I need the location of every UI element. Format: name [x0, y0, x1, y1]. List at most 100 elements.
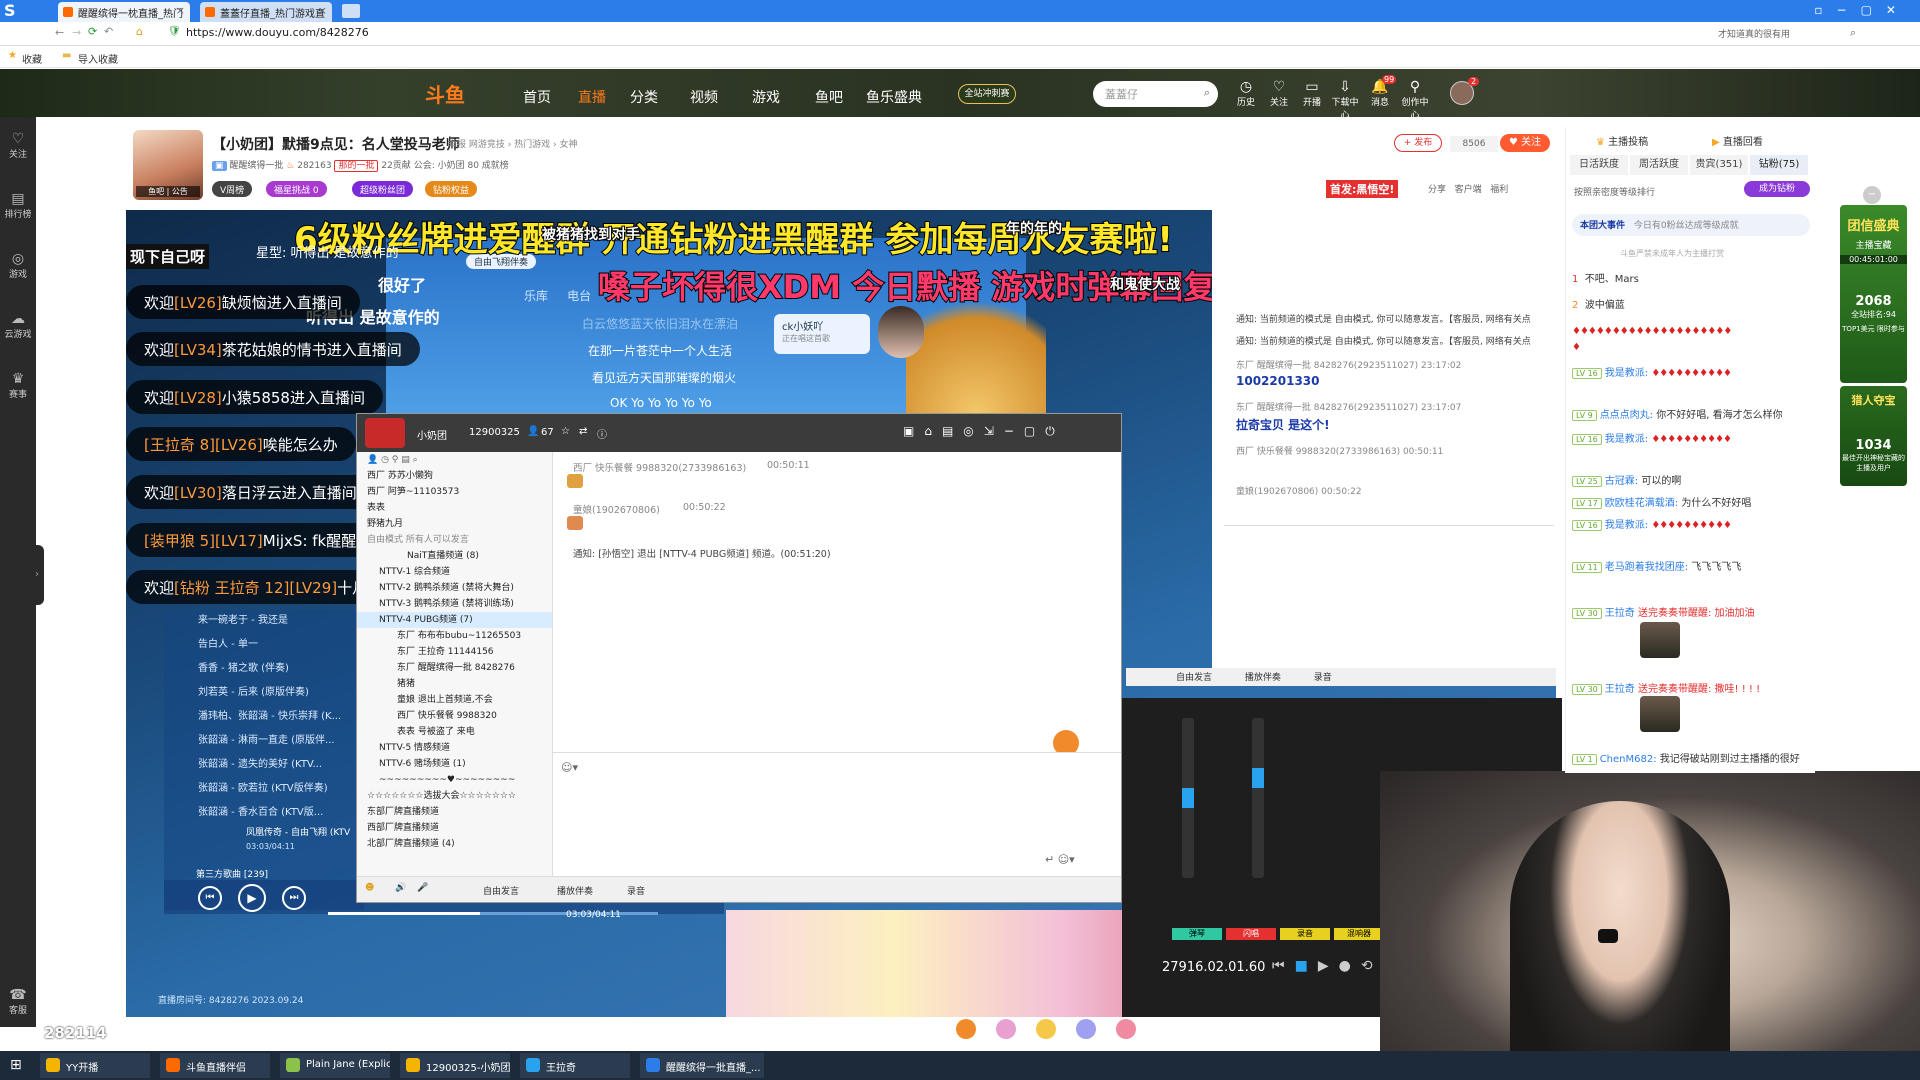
channel-member[interactable]: 猪猪 [357, 676, 552, 692]
channel-item[interactable]: NaiT直播频道 (8) [357, 548, 552, 564]
channel-strip[interactable]: 录音 [1280, 928, 1330, 940]
event-card[interactable]: 本团大事件 今日有0粉丝达成等级成就 [1572, 214, 1810, 236]
top-fan[interactable]: 1 不吧、Mars [1572, 270, 1810, 285]
broadcast-icon[interactable]: ▭ 开播 [1298, 79, 1326, 108]
channel-member[interactable]: 东厂 布布布bubu~11265503 [357, 628, 552, 644]
chat-name[interactable]: 我是教派: [1605, 368, 1648, 379]
import-favorites-item[interactable]: 导入收藏 [78, 51, 118, 66]
publish-button[interactable]: + 发布 [1394, 134, 1442, 152]
channel-item[interactable]: ☆☆☆☆☆☆☆选拔大会☆☆☆☆☆☆☆ [357, 788, 552, 804]
yy-record[interactable]: 录音 [627, 884, 645, 897]
yy-free-speech[interactable]: 自由发言 [483, 884, 519, 897]
yy-play-accomp[interactable]: 播放伴奏 [557, 884, 593, 897]
chat-name[interactable]: 王拉奇 [1605, 684, 1635, 695]
channel-member[interactable]: 东厂 醒醒缤得一批 8428276 [357, 660, 552, 676]
channel-item[interactable]: 北部厂牌直播频道 (4) [357, 836, 552, 852]
playlist-item[interactable]: 张韶涵 - 遗失的美好 (KTV... [198, 755, 322, 770]
collapse-button[interactable]: − [1863, 186, 1881, 204]
close-tab-icon[interactable]: × [176, 4, 185, 17]
playlist-item[interactable]: 潘玮柏、张韶涵 - 快乐崇拜 (K... [198, 707, 341, 722]
yy-input-area[interactable]: ☺▾ ↵ ☺▾ [553, 752, 1121, 876]
tab-music-lib[interactable]: 乐库 [524, 289, 548, 303]
service-rail-icon[interactable]: ☎ 客服 [0, 987, 36, 1016]
chat-name[interactable]: 老马跑着我找团座: [1605, 562, 1688, 573]
top-fan[interactable]: 2 波中偏蓝 [1572, 296, 1810, 311]
nav-category[interactable]: 分类 [630, 87, 658, 107]
taskbar-item[interactable]: 12900325-小奶团 [400, 1053, 510, 1078]
mixer-fader[interactable] [1252, 718, 1264, 878]
rank-rail-icon[interactable]: ▤ 排行榜 [0, 191, 36, 220]
channel-item[interactable]: NTTV-3 鹅鸭杀频道 (禁将训练场) [357, 596, 552, 612]
tab-weekly[interactable]: 周活跃度 [1630, 155, 1688, 175]
gift-icon[interactable] [1076, 1019, 1096, 1039]
gift-icon[interactable] [1036, 1019, 1056, 1039]
mic-icon[interactable]: 🎤 [417, 883, 428, 893]
avatar-caption[interactable]: 鱼吧 | 公告 [136, 186, 200, 197]
treasure-ad[interactable]: 猎人夺宝 1034 最佳开出神秘宝藏的主播及用户 [1840, 386, 1907, 486]
prev-icon[interactable]: ⏮ [198, 886, 222, 910]
channel-member[interactable]: 东厂 王拉奇 11144156 [357, 644, 552, 660]
gift-icon[interactable] [1116, 1019, 1136, 1039]
chat-name[interactable]: 我是教派: [1605, 434, 1648, 445]
message-icon[interactable]: 🔔 消息 99 [1366, 75, 1397, 108]
taskbar-item[interactable]: 斗鱼直播伴侣 [160, 1053, 270, 1078]
channel-item[interactable]: NTTV-5 情感频道 [357, 740, 552, 756]
play-icon[interactable]: ▶ [238, 884, 266, 912]
yy-star-icon[interactable]: ☆ [561, 426, 570, 437]
playlist-item[interactable]: 张韶涵 - 欧若拉 (KTV版伴奏) [198, 779, 328, 794]
channel-item[interactable]: ~~~~~~~~~♥~~~~~~~~ [357, 772, 552, 788]
promo-badge[interactable]: 全站冲刺赛 [958, 84, 1016, 104]
playlist-item[interactable]: 张韶涵 - 淋雨一直走 (原版伴... [198, 731, 335, 746]
yy-info-icon[interactable]: ⓘ [597, 426, 607, 441]
taskbar-item[interactable]: 醒醒缤得一批直播_... [640, 1053, 764, 1078]
forward-icon[interactable]: → [72, 26, 81, 39]
channel-item[interactable]: NTTV-2 鹅鸭杀频道 (禁将大舞台) [357, 580, 552, 596]
search-input[interactable]: 蓋蓋仔 ⌕ [1093, 81, 1218, 107]
tab-diamond[interactable]: 钻粉(75) [1750, 155, 1808, 175]
share-link[interactable]: 分享 [1428, 185, 1446, 195]
follow-button[interactable]: ♥ 关注 [1500, 134, 1550, 152]
yy-share-icon[interactable]: ⇄ [579, 426, 587, 437]
channel-item[interactable]: 西厂 苏苏小懒狗 [357, 468, 552, 484]
home-icon[interactable]: ⌂ [136, 25, 143, 38]
tab-daily[interactable]: 日活跃度 [1570, 155, 1628, 175]
playlist-item[interactable]: 告白人 - 单一 [198, 635, 258, 650]
yy2-record[interactable]: 录音 [1314, 673, 1332, 683]
yy-avatar[interactable] [365, 418, 405, 448]
follow-rail-icon[interactable]: ♡ 关注 [0, 131, 36, 160]
rail-toggle[interactable]: › [30, 545, 44, 605]
playlist-item[interactable]: 刘若英 - 后来 (原版伴奏) [198, 683, 309, 698]
site-logo[interactable]: 斗鱼 [425, 79, 465, 108]
playlist-item[interactable]: 张韶涵 - 香水百合 (KTV版... [198, 803, 323, 818]
super-fans-chip[interactable]: 超级粉丝团 [352, 181, 414, 197]
channel-item[interactable]: 东部厂牌直播频道 [357, 804, 552, 820]
history-icon[interactable]: ◷ 历史 [1232, 79, 1260, 108]
playlist-item[interactable]: 来一碗老于 - 我还是 [198, 611, 288, 626]
third-party-songs[interactable]: 第三方歌曲 [239] [196, 867, 268, 880]
chat-name[interactable]: 我是教派: [1605, 520, 1648, 531]
week-rank-chip[interactable]: V周榜 [212, 181, 253, 197]
channel-member[interactable]: 童娘 退出上首频道,不会 [357, 692, 552, 708]
nav-live[interactable]: 直播 [578, 87, 606, 107]
channel-item[interactable]: 野猪九月 [357, 516, 552, 532]
tab-vip[interactable]: 贵宾(351) [1690, 155, 1748, 175]
transport-icons[interactable]: ⏮■▶●⟲ [1272, 958, 1383, 974]
follow-icon[interactable]: ♡ 关注 [1265, 79, 1293, 108]
close-tab-icon[interactable]: × [318, 4, 327, 17]
channel-member[interactable]: 西厂 快乐餐餐 9988320 [357, 708, 552, 724]
yy2-play-accomp[interactable]: 播放伴奏 [1245, 673, 1281, 683]
cloud-game-rail-icon[interactable]: ☁ 云游戏 [0, 311, 36, 340]
search-icon[interactable]: ⌕ [1204, 86, 1210, 100]
diamond-fans-chip[interactable]: 钻粉权益 [425, 181, 478, 197]
send-icon[interactable]: ↵ ☺▾ [1045, 853, 1075, 866]
volume-icon[interactable]: 🔊 [395, 883, 406, 893]
channel-item[interactable]: NTTV-1 综合频道 [357, 564, 552, 580]
nav-fishbar[interactable]: 鱼吧 [815, 87, 843, 107]
creator-icon[interactable]: ⚲ 创作中心 [1401, 79, 1429, 121]
nav-video[interactable]: 视频 [690, 87, 718, 107]
gift-icon[interactable] [996, 1019, 1016, 1039]
nav-gala[interactable]: 鱼乐盛典 [866, 87, 922, 107]
gift-icon[interactable] [956, 1019, 976, 1039]
browser-tab-douyu[interactable]: 醒醒缤得一枕直播_热门 × [58, 2, 190, 22]
chat-name[interactable]: 点点点肉丸: [1600, 410, 1653, 421]
